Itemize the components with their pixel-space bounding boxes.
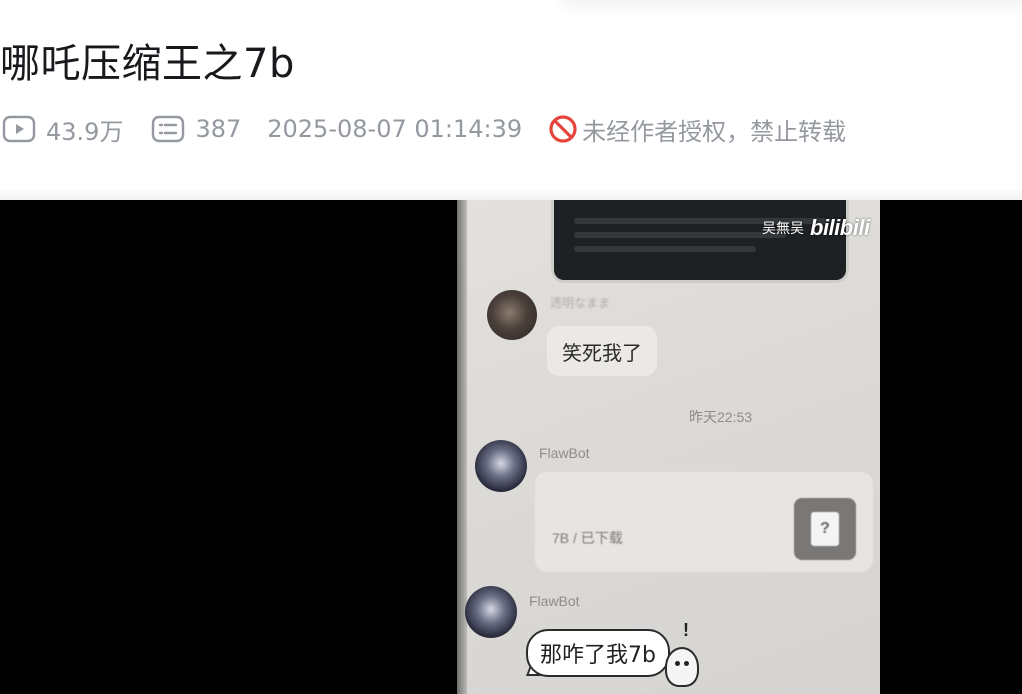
sender-name: 透明なまま (550, 296, 611, 310)
sticker-eye (684, 661, 689, 666)
file-icon: ? (794, 498, 856, 560)
bilibili-watermark: 吴無吴 bilibili (762, 215, 870, 241)
no-reprint-icon (548, 114, 578, 144)
bilibili-logo: bilibili (810, 215, 870, 240)
sticker-speech-bubble: 那咋了我7b (526, 629, 670, 677)
view-count: 43.9万 (2, 112, 123, 147)
publish-time: 2025-08-07 01:14:39 (267, 115, 523, 143)
video-frame: 透明なまま 笑死我了 昨天22:53 FlawBot 7B / 已下载 ? Fl… (457, 200, 880, 694)
sticker-eye (675, 661, 680, 666)
header-divider (0, 190, 1022, 200)
sticker-face (665, 647, 699, 687)
danmaku-count-icon (151, 115, 185, 143)
watermark-user: 吴無吴 (762, 221, 804, 237)
sticker-exclamation: ! (683, 620, 689, 640)
copyright-notice-text: 未经作者授权，禁止转载 (582, 117, 847, 146)
play-count-icon (2, 115, 36, 143)
video-meta-row: 43.9万 387 2025-08-07 01:14:39 未经作者授权，禁止转… (2, 109, 846, 149)
file-message-card: 7B / 已下载 ? (535, 472, 873, 572)
copyright-notice: 未经作者授权，禁止转载 (548, 112, 846, 147)
view-count-value: 43.9万 (46, 117, 124, 146)
chat-timestamp: 昨天22:53 (689, 409, 753, 425)
avatar (487, 290, 537, 340)
chat-bubble: 笑死我了 (547, 326, 657, 376)
avatar (475, 440, 527, 492)
file-status: 7B / 已下载 (552, 530, 623, 546)
danmaku-count-value: 387 (195, 115, 242, 143)
danmaku-count: 387 (151, 115, 241, 143)
image-stripe (574, 232, 786, 238)
sender-name: FlawBot (539, 445, 590, 461)
image-stripe (574, 246, 756, 252)
sender-name: FlawBot (529, 593, 580, 609)
avatar (465, 586, 517, 638)
video-player[interactable]: 透明なまま 笑死我了 昨天22:53 FlawBot 7B / 已下载 ? Fl… (0, 200, 1022, 694)
video-title: 哪吒压缩王之7b (0, 41, 295, 87)
document-icon: ? (811, 512, 839, 546)
